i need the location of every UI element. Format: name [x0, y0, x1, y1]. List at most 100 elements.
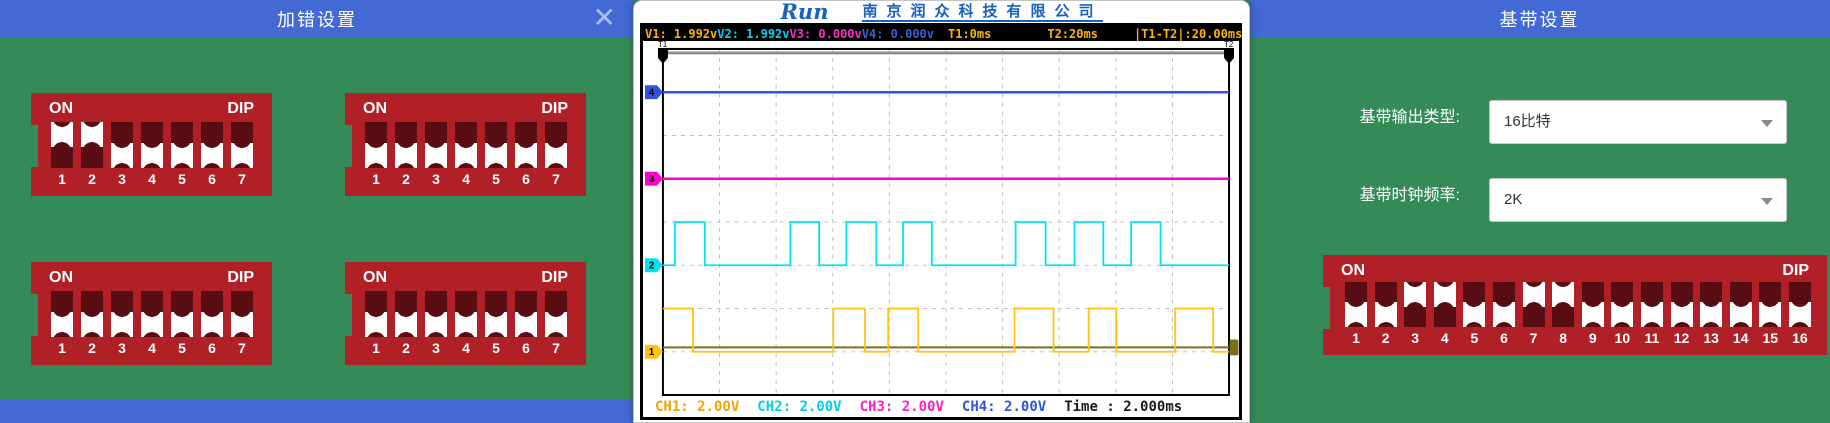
dip-switch-4[interactable] — [141, 291, 163, 337]
dip-switch-6[interactable] — [201, 291, 223, 337]
dip-rocker — [1759, 302, 1781, 327]
dip-switch-6[interactable] — [515, 291, 537, 337]
dip-switch-6[interactable] — [1493, 282, 1515, 327]
dip-rocker — [515, 312, 537, 337]
dip-switch-1[interactable] — [365, 122, 387, 168]
dip-number: 13 — [1700, 330, 1722, 346]
dip-number: 5 — [485, 171, 507, 187]
dip-switch-11[interactable] — [1641, 282, 1663, 327]
dip-switch-1[interactable] — [365, 291, 387, 337]
dip-switch-12[interactable] — [1671, 282, 1693, 327]
dip-switch-5[interactable] — [1463, 282, 1485, 327]
dip-number: 5 — [171, 340, 193, 356]
dip-rocker — [111, 143, 133, 168]
dip-rocker — [365, 312, 387, 337]
t1-cursor-pin[interactable] — [658, 48, 668, 64]
dip-number: 2 — [395, 340, 417, 356]
dip-switch-3[interactable] — [1404, 282, 1426, 327]
dip-rocker — [1463, 302, 1485, 327]
board-notch — [31, 294, 38, 336]
baseband-settings-panel: 基带设置 基带输出类型: 16比特 基带时钟频率: 2K ONDIP123456… — [1249, 0, 1830, 423]
dip-switch-3[interactable] — [111, 122, 133, 168]
dip-board-3: ONDIP1234567 — [31, 262, 272, 365]
channel-readout: Time : 2.000ms — [1064, 399, 1182, 415]
dip-switch-2[interactable] — [395, 122, 417, 168]
dip-rocker — [1671, 302, 1693, 327]
dip-rocker — [485, 143, 507, 168]
dip-number: 5 — [485, 340, 507, 356]
baseband-dip-board: ONDIP12345678910111213141516 — [1323, 255, 1827, 355]
dip-rocker — [485, 312, 507, 337]
dip-switch-5[interactable] — [485, 122, 507, 168]
dip-switch-1[interactable] — [1345, 282, 1367, 327]
measurement-readout: T1:0ms — [948, 27, 991, 41]
dip-switch-3[interactable] — [425, 291, 447, 337]
dip-switch-2[interactable] — [81, 291, 103, 337]
dip-board-2: ONDIP1234567 — [345, 93, 586, 196]
dip-number: 2 — [81, 171, 103, 187]
dip-slot-row — [51, 291, 253, 337]
dip-number: 14 — [1730, 330, 1752, 346]
dip-switch-9[interactable] — [1582, 282, 1604, 327]
dip-switch-7[interactable] — [231, 122, 253, 168]
dip-number: 16 — [1789, 330, 1811, 346]
dip-switch-3[interactable] — [111, 291, 133, 337]
dip-dip-label: DIP — [227, 100, 254, 118]
dip-switch-7[interactable] — [545, 122, 567, 168]
dip-switch-1[interactable] — [51, 291, 73, 337]
dip-dip-label: DIP — [541, 269, 568, 287]
dip-rocker — [1789, 302, 1811, 327]
dip-switch-6[interactable] — [201, 122, 223, 168]
baseband-output-type-value: 16比特 — [1504, 101, 1551, 143]
dip-switch-2[interactable] — [395, 291, 417, 337]
dip-switch-2[interactable] — [81, 122, 103, 168]
dip-switch-4[interactable] — [141, 122, 163, 168]
dip-switch-2[interactable] — [1375, 282, 1397, 327]
error-settings-header: 加错设置 ✕ — [0, 0, 634, 38]
dip-number: 7 — [231, 340, 253, 356]
dip-rocker — [141, 143, 163, 168]
dip-number: 11 — [1641, 330, 1663, 346]
dip-switch-5[interactable] — [171, 122, 193, 168]
dip-rocker — [1404, 282, 1426, 307]
dip-switch-7[interactable] — [231, 291, 253, 337]
dip-rocker — [201, 143, 223, 168]
close-icon[interactable]: ✕ — [593, 0, 616, 38]
dip-switch-13[interactable] — [1700, 282, 1722, 327]
baseband-clock-rate-select[interactable]: 2K — [1489, 178, 1787, 222]
t2-cursor-pin[interactable] — [1224, 48, 1234, 64]
dip-switch-4[interactable] — [1434, 282, 1456, 327]
t2-cursor-label: T2 — [1224, 41, 1234, 49]
dip-rocker — [141, 312, 163, 337]
dip-rocker — [545, 143, 567, 168]
dip-switch-7[interactable] — [1523, 282, 1545, 327]
dip-rocker — [171, 143, 193, 168]
dip-switch-5[interactable] — [171, 291, 193, 337]
dip-switch-8[interactable] — [1552, 282, 1574, 327]
dip-switch-10[interactable] — [1611, 282, 1633, 327]
trigger-handle[interactable] — [1230, 339, 1239, 355]
baseband-output-type-select[interactable]: 16比特 — [1489, 100, 1787, 144]
dip-number: 1 — [365, 340, 387, 356]
dip-rocker — [1345, 302, 1367, 327]
dip-dip-label: DIP — [1782, 262, 1809, 280]
dip-on-label: ON — [1341, 262, 1365, 280]
dip-switch-5[interactable] — [485, 291, 507, 337]
dip-rocker — [1434, 282, 1456, 307]
dip-switch-7[interactable] — [545, 291, 567, 337]
oscilloscope-window: Run 南京润众科技有限公司 V1: 1.992vV2: 1.992vV3: 0… — [633, 0, 1250, 423]
dip-switch-4[interactable] — [455, 122, 477, 168]
dip-switch-16[interactable] — [1789, 282, 1811, 327]
dip-number: 9 — [1582, 330, 1604, 346]
dip-switch-14[interactable] — [1730, 282, 1752, 327]
dip-rocker — [1641, 302, 1663, 327]
dip-switch-4[interactable] — [455, 291, 477, 337]
dip-rocker — [1375, 302, 1397, 327]
dip-switch-6[interactable] — [515, 122, 537, 168]
dip-switch-15[interactable] — [1759, 282, 1781, 327]
dip-number: 1 — [51, 340, 73, 356]
next-panel-titlebar — [0, 399, 634, 423]
dip-rocker — [51, 122, 73, 147]
dip-switch-3[interactable] — [425, 122, 447, 168]
dip-switch-1[interactable] — [51, 122, 73, 168]
